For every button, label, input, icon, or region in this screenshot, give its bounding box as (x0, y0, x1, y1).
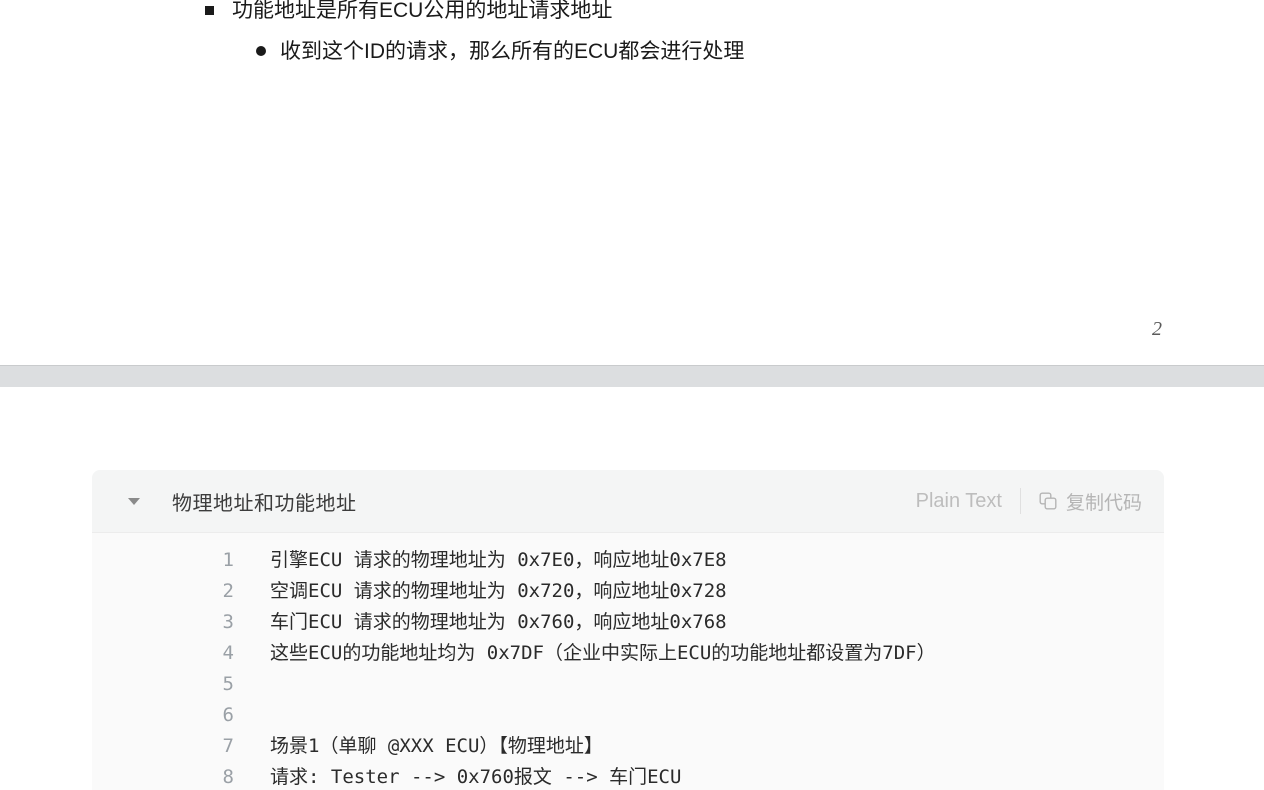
line-content: 引擎ECU 请求的物理地址为 0x7E0，响应地址0x7E8 (270, 549, 727, 571)
code-block-header: 物理地址和功能地址 Plain Text 复制代码 (92, 470, 1164, 533)
code-block-title: 物理地址和功能地址 (172, 492, 357, 515)
line-number: 2 (222, 580, 234, 602)
code-line: 2 空调ECU 请求的物理地址为 0x720，响应地址0x728 (92, 576, 1164, 607)
outline-list: 功能地址是所有ECU公用的地址请求地址 收到这个ID的请求，那么所有的ECU都会… (0, 0, 1264, 72)
line-content: 空调ECU 请求的物理地址为 0x720，响应地址0x728 (270, 580, 727, 602)
line-number: 3 (222, 611, 234, 633)
page-separator (0, 365, 1264, 387)
outline-item: 收到这个ID的请求，那么所有的ECU都会进行处理 (0, 31, 1264, 72)
line-number: 7 (222, 735, 234, 757)
header-divider (1019, 488, 1021, 514)
outline-item-label: 功能地址是所有ECU公用的地址请求地址 (232, 0, 613, 22)
outline-item: 功能地址是所有ECU公用的地址请求地址 (0, 0, 1264, 31)
copy-code-button[interactable]: 复制代码 (1039, 488, 1142, 515)
line-content: 请求: Tester --> 0x760报文 --> 车门ECU (270, 766, 682, 788)
code-line: 4 这些ECU的功能地址均为 0x7DF（企业中实际上ECU的功能地址都设置为7… (92, 638, 1164, 669)
square-bullet-icon (205, 6, 214, 15)
page-number-value: 2 (1152, 318, 1162, 340)
code-block-body[interactable]: 1 引擎ECU 请求的物理地址为 0x7E0，响应地址0x7E8 2 空调ECU… (92, 533, 1164, 790)
document-page: 功能地址是所有ECU公用的地址请求地址 收到这个ID的请求，那么所有的ECU都会… (0, 0, 1264, 365)
code-line: 6 (92, 700, 1164, 731)
code-line: 1 引擎ECU 请求的物理地址为 0x7E0，响应地址0x7E8 (92, 545, 1164, 576)
copy-icon (1039, 492, 1057, 510)
copy-code-label: 复制代码 (1065, 492, 1142, 514)
code-line: 8 请求: Tester --> 0x760报文 --> 车门ECU (92, 762, 1164, 790)
line-number: 8 (222, 766, 234, 788)
code-block: 物理地址和功能地址 Plain Text 复制代码 1 引擎ECU 请求的物理地… (92, 470, 1164, 790)
line-number: 1 (222, 549, 234, 571)
outline-item-label: 收到这个ID的请求，那么所有的ECU都会进行处理 (280, 40, 745, 63)
line-content: 这些ECU的功能地址均为 0x7DF（企业中实际上ECU的功能地址都设置为7DF… (270, 642, 936, 664)
line-number: 4 (222, 642, 234, 664)
code-language-label: Plain Text (915, 489, 1002, 512)
line-content: 车门ECU 请求的物理地址为 0x760，响应地址0x768 (270, 611, 727, 633)
line-content: 场景1（单聊 @XXX ECU）【物理地址】 (270, 735, 603, 757)
line-number: 5 (222, 673, 234, 695)
code-line: 7 场景1（单聊 @XXX ECU）【物理地址】 (92, 731, 1164, 762)
line-number: 6 (222, 704, 234, 726)
lower-content-area: 物理地址和功能地址 Plain Text 复制代码 1 引擎ECU 请求的物理地… (0, 387, 1264, 790)
code-line: 3 车门ECU 请求的物理地址为 0x760，响应地址0x768 (92, 607, 1164, 638)
round-bullet-icon (256, 46, 266, 56)
chevron-down-icon[interactable] (126, 493, 142, 509)
code-line: 5 (92, 669, 1164, 700)
chevron-down-glyph (128, 497, 140, 505)
